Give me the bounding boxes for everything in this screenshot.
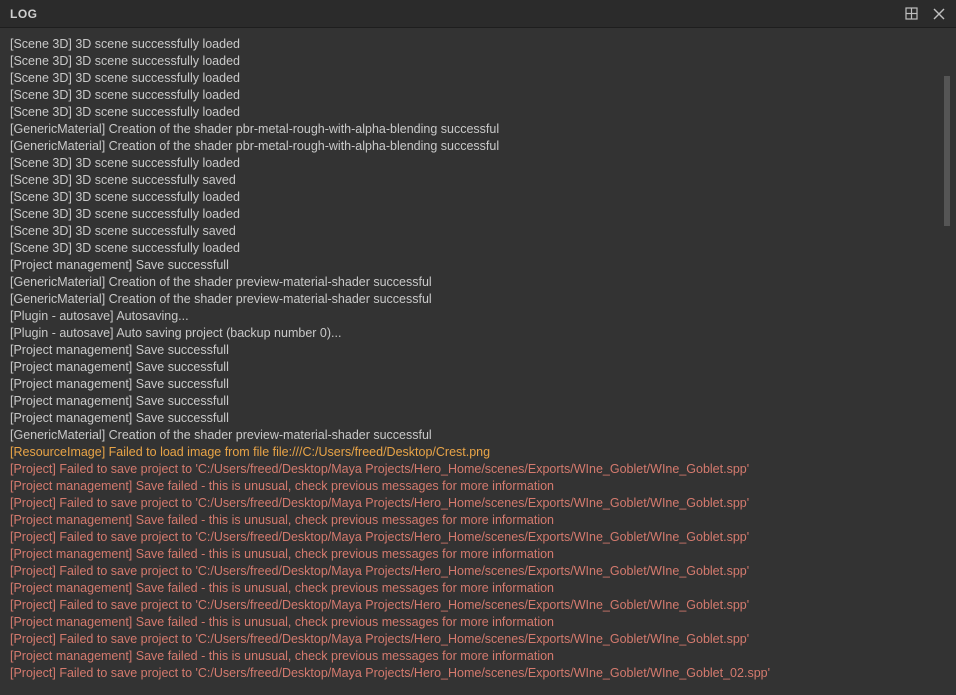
log-line[interactable]: [Project management] Save successfull bbox=[10, 342, 940, 359]
dock-button[interactable] bbox=[900, 3, 922, 25]
scrollbar-thumb[interactable] bbox=[944, 76, 950, 226]
log-line[interactable]: [GenericMaterial] Creation of the shader… bbox=[10, 291, 940, 308]
log-viewport[interactable]: [Scene 3D] 3D scene successfully loaded[… bbox=[10, 36, 940, 691]
log-line[interactable]: [Scene 3D] 3D scene successfully loaded bbox=[10, 206, 940, 223]
log-line[interactable]: [Project management] Save failed - this … bbox=[10, 580, 940, 597]
log-content: [Scene 3D] 3D scene successfully loaded[… bbox=[10, 36, 940, 682]
vertical-scrollbar[interactable] bbox=[942, 36, 952, 691]
titlebar: LOG bbox=[0, 0, 956, 28]
panel-title: LOG bbox=[10, 7, 38, 21]
log-line[interactable]: [GenericMaterial] Creation of the shader… bbox=[10, 121, 940, 138]
log-body: [Scene 3D] 3D scene successfully loaded[… bbox=[0, 28, 956, 695]
log-line[interactable]: [Project management] Save successfull bbox=[10, 393, 940, 410]
log-line[interactable]: [Scene 3D] 3D scene successfully loaded bbox=[10, 70, 940, 87]
log-line[interactable]: [GenericMaterial] Creation of the shader… bbox=[10, 138, 940, 155]
log-line[interactable]: [Project] Failed to save project to 'C:/… bbox=[10, 461, 940, 478]
log-line[interactable]: [ResourceImage] Failed to load image fro… bbox=[10, 444, 940, 461]
log-line[interactable]: [Scene 3D] 3D scene successfully loaded bbox=[10, 189, 940, 206]
log-line[interactable]: [Project management] Save successfull bbox=[10, 376, 940, 393]
log-line[interactable]: [Scene 3D] 3D scene successfully loaded bbox=[10, 53, 940, 70]
log-line[interactable]: [Scene 3D] 3D scene successfully saved bbox=[10, 172, 940, 189]
log-line[interactable]: [Project] Failed to save project to 'C:/… bbox=[10, 529, 940, 546]
log-panel: LOG [Scene 3D] 3D scene successfully l bbox=[0, 0, 956, 695]
log-line[interactable]: [Scene 3D] 3D scene successfully loaded bbox=[10, 155, 940, 172]
log-line[interactable]: [Scene 3D] 3D scene successfully loaded bbox=[10, 36, 940, 53]
log-line[interactable]: [Project management] Save successfull bbox=[10, 257, 940, 274]
log-line[interactable]: [Project management] Save successfull bbox=[10, 410, 940, 427]
log-line[interactable]: [Plugin - autosave] Autosaving... bbox=[10, 308, 940, 325]
log-line[interactable]: [Project] Failed to save project to 'C:/… bbox=[10, 631, 940, 648]
log-line[interactable]: [Scene 3D] 3D scene successfully loaded bbox=[10, 87, 940, 104]
log-line[interactable]: [GenericMaterial] Creation of the shader… bbox=[10, 427, 940, 444]
log-line[interactable]: [Project management] Save failed - this … bbox=[10, 478, 940, 495]
log-line[interactable]: [Project] Failed to save project to 'C:/… bbox=[10, 665, 940, 682]
close-icon bbox=[933, 8, 945, 20]
log-line[interactable]: [Project] Failed to save project to 'C:/… bbox=[10, 563, 940, 580]
log-line[interactable]: [Plugin - autosave] Auto saving project … bbox=[10, 325, 940, 342]
log-line[interactable]: [Project] Failed to save project to 'C:/… bbox=[10, 597, 940, 614]
log-line[interactable]: [Project management] Save failed - this … bbox=[10, 546, 940, 563]
log-line[interactable]: [GenericMaterial] Creation of the shader… bbox=[10, 274, 940, 291]
log-line[interactable]: [Project management] Save successfull bbox=[10, 359, 940, 376]
log-line[interactable]: [Project] Failed to save project to 'C:/… bbox=[10, 495, 940, 512]
log-line[interactable]: [Scene 3D] 3D scene successfully loaded bbox=[10, 240, 940, 257]
log-line[interactable]: [Scene 3D] 3D scene successfully saved bbox=[10, 223, 940, 240]
grid-icon bbox=[905, 7, 918, 20]
log-line[interactable]: [Scene 3D] 3D scene successfully loaded bbox=[10, 104, 940, 121]
log-line[interactable]: [Project management] Save failed - this … bbox=[10, 648, 940, 665]
log-line[interactable]: [Project management] Save failed - this … bbox=[10, 512, 940, 529]
close-button[interactable] bbox=[928, 3, 950, 25]
log-line[interactable]: [Project management] Save failed - this … bbox=[10, 614, 940, 631]
